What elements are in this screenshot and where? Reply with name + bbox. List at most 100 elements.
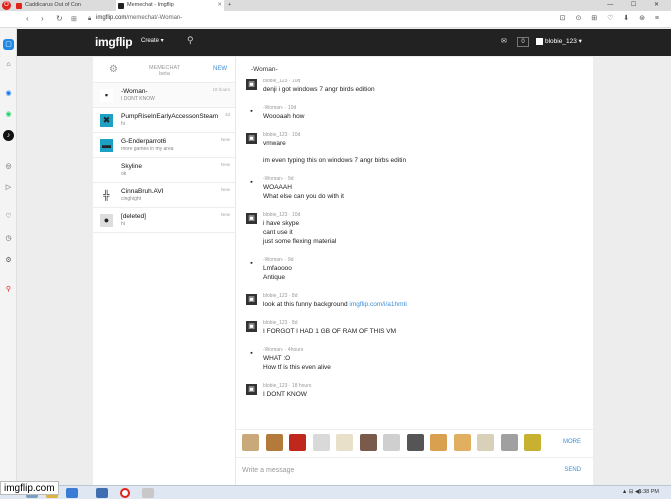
meme-face-thumbnail[interactable] <box>477 434 494 451</box>
meme-face-thumbnail[interactable] <box>336 434 353 451</box>
message-composer: Write a message SEND <box>236 457 593 485</box>
meme-face-thumbnail[interactable] <box>312 434 330 451</box>
message-avatar: ▣ <box>246 79 257 90</box>
message-avatar: ▣ <box>246 321 257 332</box>
meme-face-thumbnail[interactable] <box>289 434 306 451</box>
new-tab-button[interactable]: + <box>226 0 236 11</box>
speed-dial-icon[interactable]: ▢ <box>3 39 14 50</box>
message-text: WOAAAH <box>263 184 292 191</box>
browser-tab-1[interactable]: Caddicarus Out of Con <box>14 0 124 11</box>
meme-face-thumbnail[interactable] <box>383 434 400 451</box>
message-text: I DONT KNOW <box>263 391 307 398</box>
media-icon[interactable] <box>66 488 78 498</box>
meme-face-thumbnail[interactable] <box>406 434 424 451</box>
user-menu-button[interactable]: blobie_123 ▾ <box>536 37 582 45</box>
message-author: blobie_123 · 8d <box>263 320 298 326</box>
tabs-grid-icon[interactable]: ⊞ <box>71 15 77 23</box>
search-icon[interactable]: ⚲ <box>187 35 194 46</box>
bookmarks-heart-icon[interactable]: ♡ <box>3 211 14 222</box>
message-author: -Woman- · 4hours <box>263 347 304 353</box>
message-text: I FORGOT I HAD 1 GB OF RAM OF THIS VM <box>263 328 397 335</box>
conversation-name: G-Enderparrot6 <box>121 138 167 145</box>
message-avatar: ▣ <box>246 294 257 305</box>
back-icon[interactable]: ‹ <box>26 14 29 23</box>
player-icon[interactable]: ◎ <box>3 161 14 172</box>
toolbar-icons[interactable]: ⊡ ⊙ ⊞ ♡ ⬇ ⊛ ≡ <box>560 14 663 22</box>
meme-face-thumbnail[interactable] <box>430 434 447 451</box>
browser-tab-2[interactable]: Memechat - Imgflip ✕ <box>116 0 224 11</box>
history-clock-icon[interactable]: ◷ <box>3 233 14 244</box>
messenger-icon[interactable]: ◉ <box>3 88 14 99</box>
close-tab-icon[interactable]: ✕ <box>217 0 222 11</box>
conversation-avatar: ▪ <box>100 89 113 102</box>
conversation-time: New <box>220 162 230 167</box>
notification-count[interactable]: 0 <box>517 37 529 47</box>
conversation-name: PumpRiseInEarlyAccessonSteam <box>121 113 219 120</box>
home-icon[interactable]: ⌂ <box>3 59 14 70</box>
meme-face-thumbnail[interactable] <box>453 434 471 451</box>
conversation-item[interactable]: ✖ PumpRiseInEarlyAccessonSteam hi 3d <box>93 108 235 133</box>
new-chat-button[interactable]: NEW <box>213 66 227 72</box>
conversation-name: Skyline <box>121 163 142 170</box>
meme-face-thumbnail[interactable] <box>500 434 518 451</box>
conversation-item[interactable]: ● [deleted] hi New <box>93 208 235 233</box>
reload-icon[interactable]: ↻ <box>56 14 63 23</box>
whatsapp-icon[interactable]: ◉ <box>3 109 14 120</box>
conversation-avatar: ● <box>100 214 113 227</box>
message-text: i have skype <box>263 220 300 227</box>
chat-settings-gear-icon[interactable]: ⚙ <box>109 64 118 75</box>
status-url: imgflip.com <box>0 481 59 495</box>
conversation-avatar: ╬ <box>100 189 113 202</box>
conversation-item[interactable]: ╬ CinnaBruh.AVI cinghight New <box>93 183 235 208</box>
message-avatar: ▪ <box>246 348 257 359</box>
clock[interactable]: 6:38 PM <box>639 489 659 495</box>
window-controls[interactable]: — ☐ ✕ <box>607 0 667 11</box>
chat-window: -Woman- ▣ blobie_123 · 10d denji i got win… <box>236 57 593 485</box>
memechat-panel: ⚙ MEMECHAT beta NEW ▪ -Woman- I DONT KNOW 18… <box>93 57 593 485</box>
message-text: What else can you do with it <box>263 193 344 200</box>
pinboard-icon[interactable]: ⚲ <box>3 284 14 295</box>
message-input[interactable]: Write a message <box>242 467 294 474</box>
tab-title: Memechat - Imgflip <box>127 2 174 8</box>
conversation-item[interactable]: Skyline ok New <box>93 158 235 183</box>
message-author: -Woman- · 10d <box>263 105 297 111</box>
conversation-item[interactable]: ▪ -Woman- I DONT KNOW 18 hours <box>93 83 235 108</box>
url-field[interactable]: imgflip.com/memechat/-Woman- <box>96 15 182 21</box>
message-text: look at this funny background imgflip.co… <box>263 301 407 308</box>
conversation-time: 3d <box>224 112 230 117</box>
taskbar-app-icon[interactable] <box>96 488 108 498</box>
mail-icon[interactable]: ✉ <box>501 37 507 45</box>
opera-taskbar-icon[interactable] <box>120 488 130 498</box>
message-avatar: ▣ <box>246 384 257 395</box>
meme-face-thumbnail[interactable] <box>265 434 283 451</box>
send-icon[interactable]: ▷ <box>3 182 14 193</box>
imgflip-logo[interactable]: imgflip <box>95 35 133 49</box>
windows-taskbar: ▲ ⊟ ◀) 6:38 PM <box>0 485 671 499</box>
message-text: denji i got windows 7 angr birds edition <box>263 86 375 93</box>
user-avatar <box>536 37 543 45</box>
chat-title: -Woman- <box>251 66 278 73</box>
taskbar-app-icon[interactable] <box>142 488 154 498</box>
conversation-avatar: ▬ <box>100 139 113 152</box>
message-list[interactable]: ▣ blobie_123 · 10d denji i got windows 7 a… <box>236 79 593 427</box>
meme-face-thumbnail[interactable] <box>242 434 259 451</box>
more-memes-button[interactable]: MORE <box>563 439 581 445</box>
message-author: blobie_123 · 10d <box>263 79 301 84</box>
opera-logo-icon[interactable]: O <box>2 1 11 10</box>
conversation-preview: hi <box>121 221 125 227</box>
settings-gear-icon[interactable]: ⚙ <box>3 255 14 266</box>
forward-icon[interactable]: › <box>41 14 44 23</box>
create-menu-button[interactable]: Create ▾ <box>141 37 164 44</box>
conversation-name: CinnaBruh.AVI <box>121 188 164 195</box>
message-avatar: ▪ <box>246 258 257 269</box>
conversation-avatar <box>100 164 113 177</box>
conversation-list: ⚙ MEMECHAT beta NEW ▪ -Woman- I DONT KNOW 18… <box>93 57 236 485</box>
meme-face-thumbnail[interactable] <box>524 434 541 451</box>
message-link[interactable]: imgflip.com/i/a1hmti <box>349 301 406 308</box>
message-text: Antique <box>263 274 286 281</box>
send-button[interactable]: SEND <box>564 467 581 473</box>
tiktok-icon[interactable]: ♪ <box>3 130 14 141</box>
conversation-item[interactable]: ▬ G-Enderparrot6 more games in my area New <box>93 133 235 158</box>
meme-face-thumbnail[interactable] <box>359 434 377 451</box>
conversation-preview: ok <box>121 171 127 177</box>
